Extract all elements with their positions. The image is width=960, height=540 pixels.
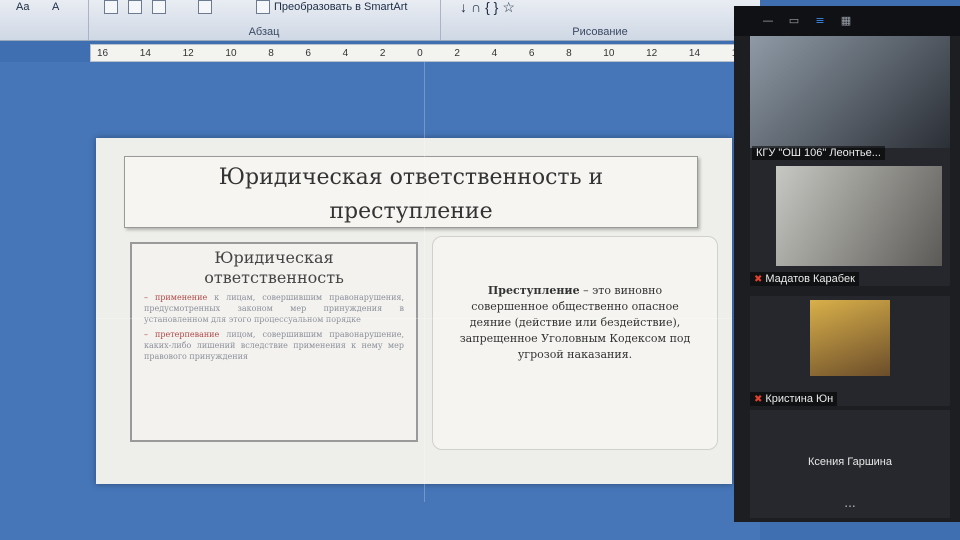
change-case-button[interactable]: Aa [16, 0, 29, 14]
smartart-label: Преобразовать в SmartArt [274, 1, 408, 13]
ruler-tick: 12 [646, 47, 658, 59]
columns-button[interactable] [198, 0, 212, 14]
participant-tile-1[interactable]: КГУ "ОШ 106" Леонтье... [750, 36, 950, 166]
guide-line-vertical [424, 62, 425, 502]
align-left-button[interactable] [104, 0, 118, 14]
ruler-tick: 10 [225, 47, 237, 59]
font-color-button[interactable]: A [52, 0, 59, 14]
participant-tile-2[interactable]: ✖ Мадатов Карабек [750, 166, 950, 286]
change-case-label: Aa [16, 1, 30, 13]
align-center-button[interactable] [128, 0, 142, 14]
brace-shape-icon: { } [485, 0, 499, 15]
speaker-view-icon[interactable]: ≡ [814, 15, 826, 27]
ruler-tick: 2 [454, 47, 460, 59]
participant-name-3: ✖ Кристина Юн [750, 392, 838, 406]
ruler-tick: 12 [182, 47, 194, 59]
slide-image[interactable]: Юридическая ответственность и преступлен… [96, 138, 732, 484]
liability-paragraph-2: – претерпевание лицом, совершившим право… [144, 329, 404, 362]
ruler-tick: 6 [305, 47, 311, 59]
liability-heading-line1: Юридическая [214, 248, 334, 267]
ruler-tick: 2 [379, 47, 386, 59]
horizontal-ruler[interactable]: 1614121086420246810121416 [90, 44, 750, 62]
participant-name-2-text: Мадатов Карабек [765, 273, 855, 285]
participant-name-1-text: КГУ "ОШ 106" Леонтье... [756, 147, 881, 159]
align-right-button[interactable] [152, 0, 166, 14]
participant-video-3 [810, 300, 890, 376]
convert-smartart-button[interactable]: Преобразовать в SmartArt [256, 0, 407, 14]
curve-shape-icon: ∩ [471, 0, 482, 15]
shapes-gallery[interactable]: ↓ ∩ { } ☆ [460, 0, 515, 15]
align-center-icon [128, 0, 142, 14]
align-right-icon [152, 0, 166, 14]
crime-definition-box: Преступление – это виновно совершенное о… [432, 236, 718, 450]
participant-tile-3[interactable]: ✖ Кристина Юн [750, 296, 950, 406]
liability-paragraph-1: – применение к лицам, совершившим правон… [144, 292, 404, 325]
ruler-tick: 8 [268, 47, 274, 59]
align-left-icon [104, 0, 118, 14]
slide-title-line2: преступление [329, 199, 493, 224]
crime-term: Преступление [487, 284, 580, 297]
participant-name-2: ✖ Мадатов Карабек [750, 272, 859, 286]
participant-name-3-text: Кристина Юн [765, 393, 834, 405]
gallery-view-icon[interactable]: ▦ [840, 15, 852, 27]
ruler-tick: 4 [491, 47, 498, 59]
arrow-shape-icon: ↓ [460, 0, 467, 15]
liability-keyword-1: – применение [144, 293, 208, 302]
muted-mic-icon: ✖ [754, 394, 763, 405]
star-shape-icon: ☆ [502, 0, 515, 15]
paragraph-group-label: Абзац [248, 26, 280, 38]
ruler-tick: 4 [342, 47, 349, 59]
drawing-group-label: Рисование [572, 26, 628, 38]
liability-box: Юридическая ответственность – применение… [130, 242, 418, 442]
smartart-icon [256, 0, 270, 14]
ruler-tick: 14 [139, 47, 151, 59]
participant-video-2 [776, 166, 942, 266]
participant-tile-4[interactable]: Ксения Гаршина ... [750, 410, 950, 518]
ruler-tick: 8 [566, 47, 572, 59]
ruler-tick: 10 [603, 47, 615, 59]
font-group: Aa A [0, 0, 89, 40]
font-color-label: A [52, 1, 60, 13]
participant-name-1: КГУ "ОШ 106" Леонтье... [752, 146, 885, 160]
ribbon: Aa A Преобразовать в SmartArt Абзац ↓ ∩ … [0, 0, 760, 41]
liability-heading-line2: ответственность [204, 268, 344, 287]
liability-keyword-2: – претерпевание [144, 330, 220, 339]
muted-mic-icon: ✖ [754, 274, 763, 285]
guide-line-horizontal [96, 318, 732, 319]
paragraph-group: Преобразовать в SmartArt Абзац [88, 0, 441, 40]
video-call-toolbar: — ▭ ≡ ▦ [734, 6, 960, 36]
drawing-group: ↓ ∩ { } ☆ Рисование [440, 0, 760, 40]
participant-video-1 [750, 36, 950, 148]
slide-title-line1: Юридическая ответственность и [218, 165, 604, 190]
columns-icon [198, 0, 212, 14]
ruler-tick: 16 [97, 47, 109, 59]
window-icon[interactable]: ▭ [788, 15, 800, 27]
ruler-tick: 14 [688, 47, 701, 59]
ruler-tick: 0 [417, 47, 423, 59]
ruler-tick: 6 [528, 47, 535, 59]
more-participants-indicator[interactable]: ... [750, 496, 950, 510]
participant-name-4: Ксения Гаршина [808, 456, 892, 468]
minimize-icon[interactable]: — [762, 15, 774, 27]
video-call-panel: — ▭ ≡ ▦ КГУ "ОШ 106" Леонтье... ✖ Мадатов… [734, 6, 960, 522]
slide-title-box: Юридическая ответственность и преступлен… [124, 156, 698, 228]
